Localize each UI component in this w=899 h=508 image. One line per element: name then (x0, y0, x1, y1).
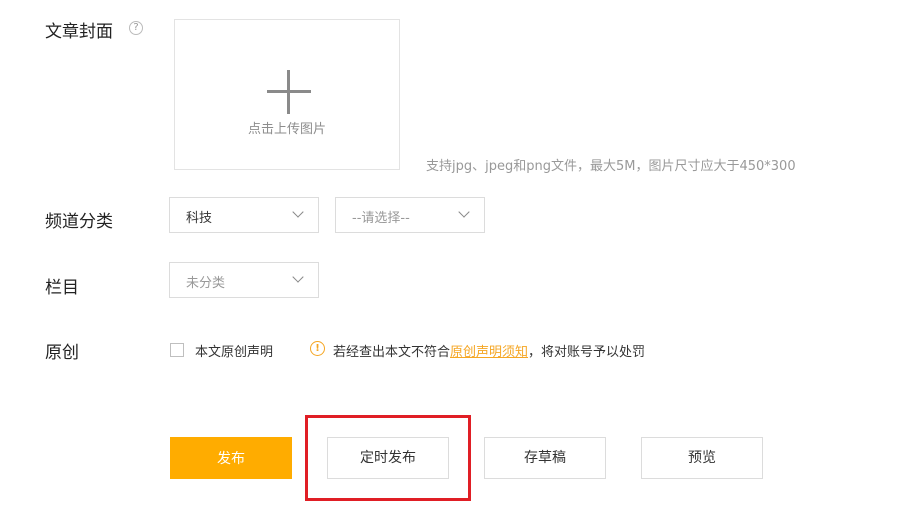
plus-icon-vertical (287, 70, 290, 114)
preview-button[interactable]: 预览 (641, 437, 763, 479)
question-circle-icon[interactable]: ? (129, 21, 143, 35)
channel-select-secondary[interactable]: --请选择-- (335, 197, 485, 233)
original-policy-link[interactable]: 原创声明须知 (450, 345, 528, 360)
cover-hint: 支持jpg、jpeg和png文件，最大5M，图片尺寸应大于450*300 (426, 159, 796, 174)
schedule-publish-button[interactable]: 定时发布 (327, 437, 449, 479)
save-draft-button[interactable]: 存草稿 (484, 437, 606, 479)
exclamation-circle-icon: ! (310, 341, 325, 356)
chevron-down-icon (292, 206, 304, 218)
warning-prefix: 若经查出本文不符合 (333, 345, 451, 360)
original-checkbox[interactable] (170, 343, 184, 357)
cover-label: 文章封面 (45, 22, 113, 42)
channel-select-value: 科技 (186, 211, 213, 226)
warning-suffix: ，将对账号予以处罚 (528, 345, 646, 360)
channel-select-placeholder: --请选择-- (352, 211, 410, 226)
column-label: 栏目 (45, 278, 79, 298)
chevron-down-icon (458, 206, 470, 218)
publish-button[interactable]: 发布 (170, 437, 292, 479)
original-label: 原创 (45, 343, 79, 363)
channel-label: 频道分类 (45, 212, 113, 232)
cover-upload-area[interactable]: 点击上传图片 (174, 19, 400, 170)
original-checkbox-label[interactable]: 本文原创声明 (195, 341, 273, 360)
original-warning: 若经查出本文不符合原创声明须知，将对账号予以处罚 (333, 341, 645, 360)
channel-select-primary[interactable]: 科技 (169, 197, 319, 233)
upload-text: 点击上传图片 (247, 122, 326, 137)
column-select[interactable]: 未分类 (169, 262, 319, 298)
chevron-down-icon (292, 271, 304, 283)
column-select-value: 未分类 (186, 276, 226, 291)
